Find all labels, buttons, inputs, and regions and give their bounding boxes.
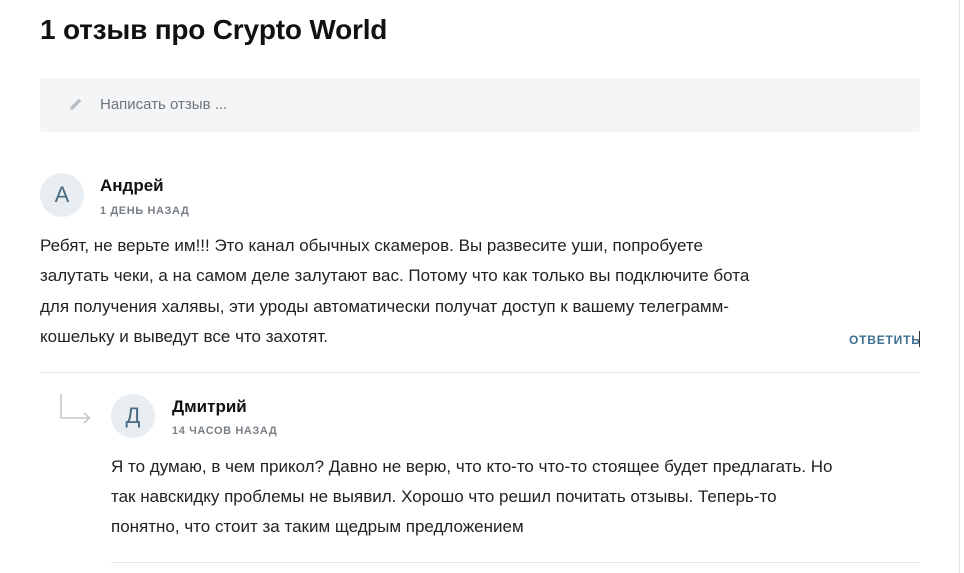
review-text-line: Ребят, не верьте им!!! Это канал обычных… [40, 236, 703, 255]
write-review-input[interactable]: Написать отзыв ... [40, 78, 920, 132]
page-right-border [959, 0, 960, 573]
reply-arrow-icon [60, 394, 91, 424]
review-text-line: кошельку и выведут все что захотят. [40, 327, 328, 346]
reply-button[interactable]: ОТВЕТИТЬ [849, 333, 921, 347]
reply-text-line: так навскидку проблемы не выявил. Хорошо… [111, 487, 777, 506]
page-title: 1 отзыв про Crypto World [40, 14, 388, 45]
review-text-line: для получения халявы, эти уроды автомати… [40, 297, 729, 316]
reply-divider [111, 562, 920, 563]
write-review-placeholder: Написать отзыв ... [100, 96, 228, 113]
avatar: А [40, 173, 84, 217]
reply-date: 14 ЧАСОВ НАЗАД [172, 425, 278, 437]
pencil-icon [70, 98, 82, 110]
review-author: Андрей [100, 176, 164, 195]
text-cursor [919, 331, 920, 347]
review-text-line: залутать чеки, а на самом деле залутают … [40, 266, 750, 285]
reply-text-line: Я то думаю, в чем прикол? Давно не верю,… [111, 457, 833, 476]
reply-text-line: понятно, что стоит за таким щедрым предл… [111, 517, 524, 536]
review-divider [40, 372, 920, 373]
reply-author: Дмитрий [172, 397, 247, 416]
review-date: 1 ДЕНЬ НАЗАД [100, 205, 190, 217]
avatar: Д [111, 394, 155, 438]
